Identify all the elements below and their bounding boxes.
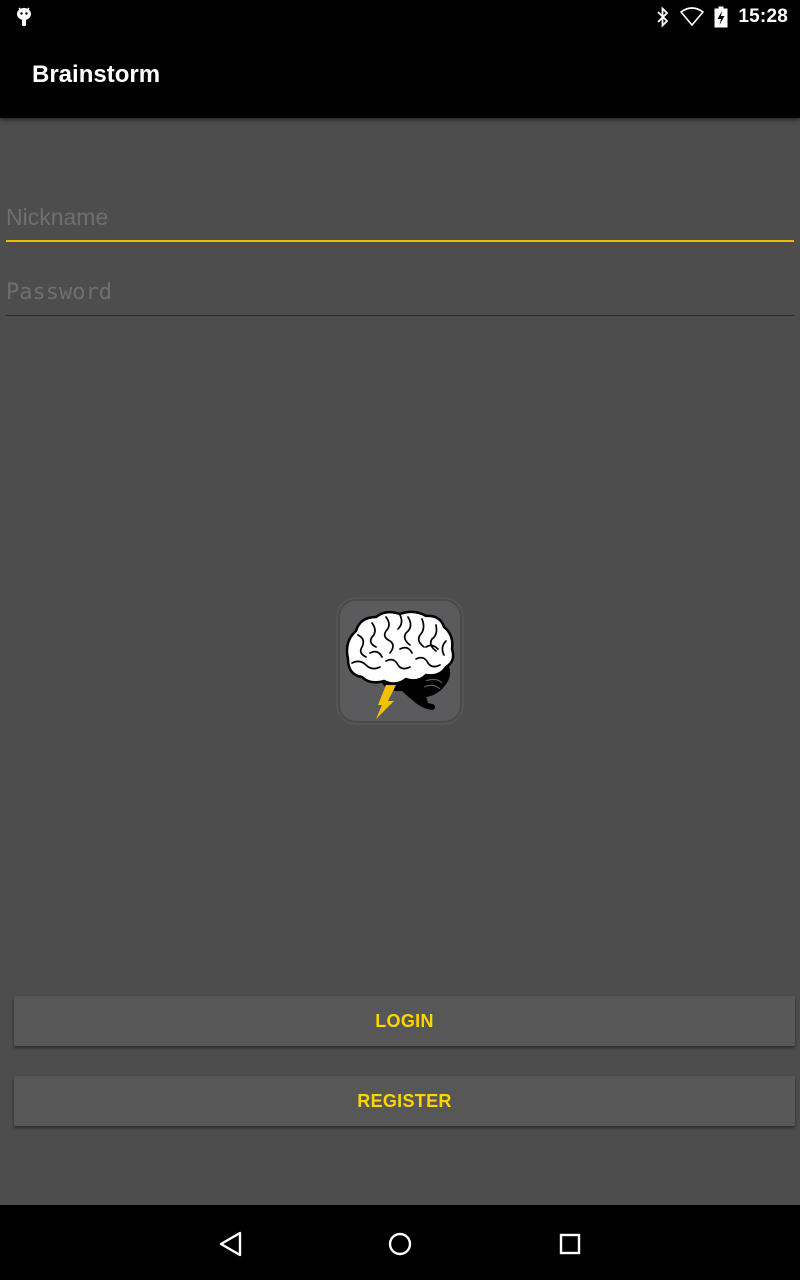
- back-icon[interactable]: [216, 1229, 246, 1259]
- logo-background: [340, 601, 460, 721]
- login-button[interactable]: LOGIN: [14, 996, 795, 1046]
- password-field[interactable]: [6, 272, 794, 316]
- battery-charging-icon: [714, 6, 728, 28]
- app-title: Brainstorm: [32, 61, 161, 88]
- brain-lightning-logo: [345, 610, 455, 719]
- android-debug-icon: [17, 7, 31, 26]
- nickname-input[interactable]: [6, 198, 794, 238]
- recents-icon[interactable]: [555, 1229, 585, 1259]
- password-input[interactable]: [6, 272, 794, 312]
- home-icon[interactable]: [385, 1229, 415, 1259]
- bluetooth-icon: [657, 6, 669, 28]
- nickname-underline: [6, 240, 794, 242]
- status-bar: 15:28: [0, 0, 800, 34]
- app-bar: Brainstorm: [0, 34, 800, 118]
- navigation-bar: [0, 1205, 800, 1280]
- nickname-field[interactable]: [6, 198, 794, 242]
- app-logo: [336, 597, 464, 725]
- register-button[interactable]: REGISTER: [14, 1076, 795, 1126]
- wifi-icon: [680, 7, 705, 27]
- status-time: 15:28: [738, 6, 788, 27]
- password-underline: [6, 314, 794, 316]
